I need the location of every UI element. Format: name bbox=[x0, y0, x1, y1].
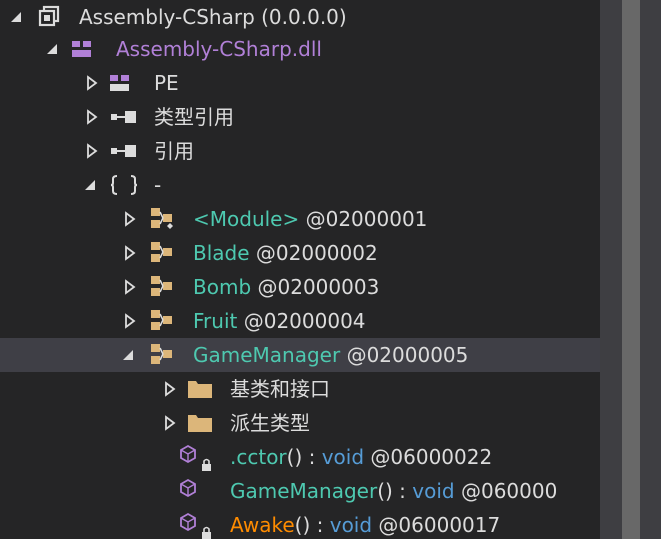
tree-item-type-selected[interactable]: GameManager @02000005 bbox=[0, 338, 600, 372]
class-icon bbox=[142, 202, 178, 236]
method-icon bbox=[178, 508, 214, 539]
expand-arrow-icon[interactable] bbox=[82, 66, 102, 100]
tree-item-method[interactable]: GameManager() : void @060000 bbox=[0, 474, 600, 508]
folder-icon bbox=[182, 406, 218, 440]
namespace-label: - bbox=[154, 173, 162, 197]
type-label: GameManager @02000005 bbox=[193, 338, 468, 372]
collapse-arrow-icon[interactable] bbox=[6, 0, 26, 34]
method-name: .cctor bbox=[230, 445, 287, 469]
type-name: <Module> bbox=[193, 207, 300, 231]
tree-item-derived-types[interactable]: 派生类型 bbox=[0, 406, 600, 440]
pe-label: PE bbox=[154, 71, 179, 95]
reference-icon bbox=[106, 134, 142, 168]
method-label: GameManager() : void @060000 bbox=[230, 474, 557, 508]
method-signature: () : bbox=[377, 479, 413, 503]
return-type: void bbox=[321, 445, 365, 469]
expand-arrow-icon[interactable] bbox=[160, 406, 180, 440]
tree-item-base-types[interactable]: 基类和接口 bbox=[0, 372, 600, 406]
assembly-tree: Assembly-CSharp (0.0.0.0) Assembly-CShar… bbox=[0, 0, 600, 539]
type-references-label: 类型引用 bbox=[154, 105, 234, 129]
type-name: Bomb bbox=[193, 275, 252, 299]
derived-types-label: 派生类型 bbox=[230, 411, 310, 435]
expand-arrow-icon[interactable] bbox=[120, 236, 140, 270]
type-token: @02000001 bbox=[305, 207, 428, 231]
type-token: @02000004 bbox=[243, 309, 366, 333]
method-label: .cctor() : void @06000022 bbox=[230, 440, 492, 474]
tree-item-pe[interactable]: PE bbox=[0, 66, 600, 100]
method-signature: () : bbox=[286, 445, 322, 469]
class-icon bbox=[142, 270, 178, 304]
method-name: Awake bbox=[230, 513, 295, 537]
tree-item-type[interactable]: Bomb @02000003 bbox=[0, 270, 600, 304]
assembly-label: Assembly-CSharp (0.0.0.0) bbox=[79, 5, 347, 29]
type-token: @02000003 bbox=[257, 275, 380, 299]
vertical-scrollbar-thumb[interactable] bbox=[622, 0, 640, 539]
base-types-label: 基类和接口 bbox=[230, 377, 330, 401]
method-name: GameManager bbox=[230, 479, 378, 503]
type-name: Blade bbox=[193, 241, 250, 265]
assembly-icon bbox=[30, 0, 66, 34]
method-icon bbox=[178, 440, 214, 474]
class-icon bbox=[142, 236, 178, 270]
method-token: @060000 bbox=[454, 479, 558, 503]
collapse-arrow-icon[interactable] bbox=[118, 338, 138, 372]
reference-icon bbox=[106, 100, 142, 134]
method-signature: () : bbox=[294, 513, 330, 537]
type-token: @02000002 bbox=[255, 241, 378, 265]
method-token: @06000017 bbox=[372, 513, 501, 537]
class-icon bbox=[142, 338, 178, 372]
return-type: void bbox=[329, 513, 373, 537]
expand-arrow-icon[interactable] bbox=[82, 134, 102, 168]
tree-item-module[interactable]: Assembly-CSharp.dll bbox=[0, 32, 600, 66]
type-label: Blade @02000002 bbox=[193, 236, 378, 270]
expand-arrow-icon[interactable] bbox=[82, 100, 102, 134]
module-label: Assembly-CSharp.dll bbox=[116, 37, 322, 61]
class-icon bbox=[142, 304, 178, 338]
expand-arrow-icon[interactable] bbox=[120, 270, 140, 304]
type-label: <Module> @02000001 bbox=[193, 202, 427, 236]
folder-icon bbox=[182, 372, 218, 406]
expand-arrow-icon[interactable] bbox=[120, 304, 140, 338]
expand-arrow-icon[interactable] bbox=[160, 372, 180, 406]
references-label: 引用 bbox=[154, 139, 194, 163]
namespace-icon bbox=[106, 168, 142, 202]
tree-item-method[interactable]: Awake() : void @06000017 bbox=[0, 508, 600, 539]
type-token: @02000005 bbox=[346, 343, 469, 367]
tree-item-type[interactable]: Fruit @02000004 bbox=[0, 304, 600, 338]
type-label: Bomb @02000003 bbox=[193, 270, 379, 304]
type-label: Fruit @02000004 bbox=[193, 304, 366, 338]
return-type: void bbox=[412, 479, 455, 503]
collapse-arrow-icon[interactable] bbox=[42, 32, 62, 66]
type-name: Fruit bbox=[193, 309, 238, 333]
tree-item-type[interactable]: <Module> @02000001 bbox=[0, 202, 600, 236]
tree-item-type[interactable]: Blade @02000002 bbox=[0, 236, 600, 270]
module-icon bbox=[64, 32, 100, 66]
tree-item-references[interactable]: 引用 bbox=[0, 134, 600, 168]
tree-item-method[interactable]: .cctor() : void @06000022 bbox=[0, 440, 600, 474]
method-label: Awake() : void @06000017 bbox=[230, 508, 500, 539]
tree-item-type-references[interactable]: 类型引用 bbox=[0, 100, 600, 134]
method-token: @06000022 bbox=[364, 445, 493, 469]
type-name: GameManager bbox=[193, 343, 341, 367]
method-icon bbox=[178, 474, 214, 508]
tree-item-assembly[interactable]: Assembly-CSharp (0.0.0.0) bbox=[0, 0, 600, 34]
collapse-arrow-icon[interactable] bbox=[80, 168, 100, 202]
tree-item-namespace[interactable]: - bbox=[0, 168, 600, 202]
expand-arrow-icon[interactable] bbox=[120, 202, 140, 236]
pe-icon bbox=[102, 66, 138, 100]
